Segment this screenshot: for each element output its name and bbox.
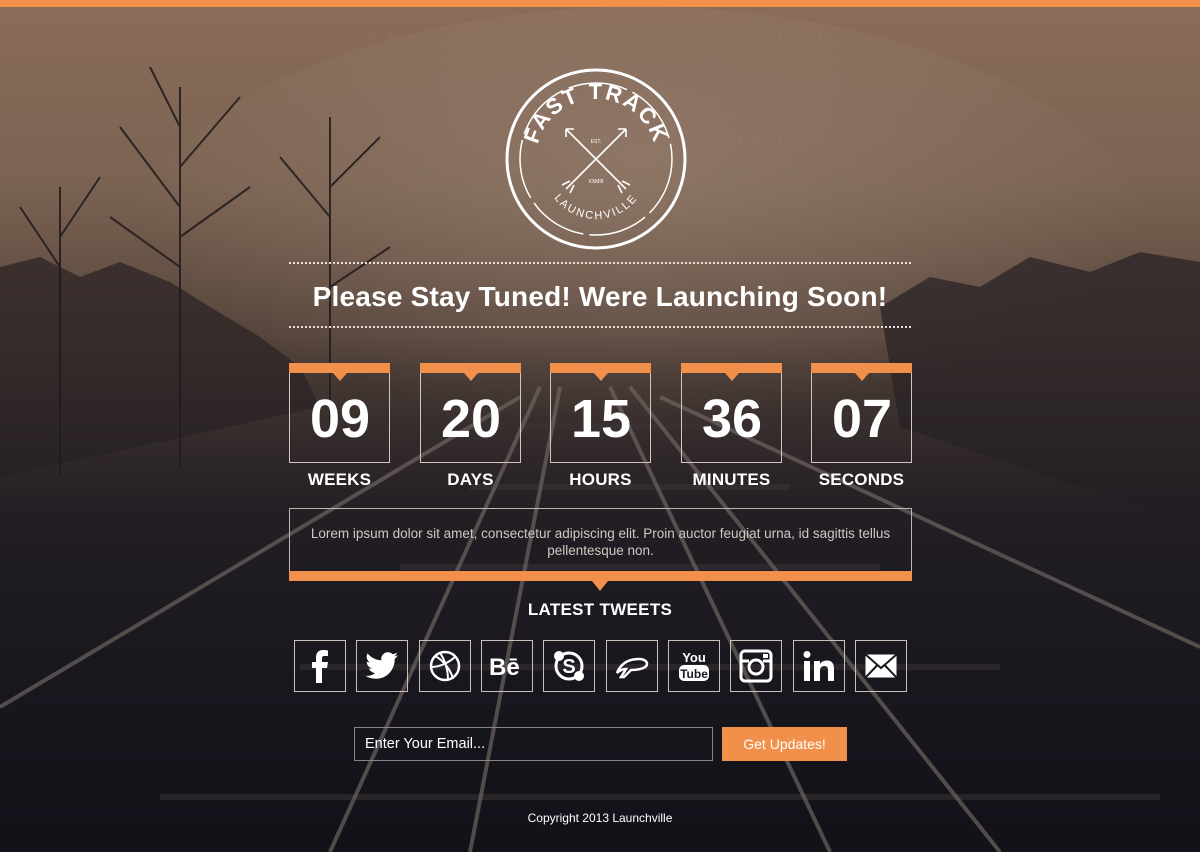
linkedin-icon [803,651,834,681]
svg-text:Bē: Bē [489,654,520,679]
tile-accent-bar [420,363,521,373]
copyright-text: Copyright 2013 Launchville [527,811,673,825]
behance-icon: Bē [489,654,520,679]
twitter-link[interactable] [356,640,408,692]
get-updates-button[interactable]: Get Updates! [722,727,847,761]
tile-accent-bar [681,363,782,373]
tile-notch [464,373,478,381]
countdown-weeks-tile: 09 [289,363,390,463]
dribbble-icon [429,650,461,682]
skype-icon: S [554,651,584,681]
logo-est: EST. [591,139,602,145]
fast-track-logo: FAST TRACK LAUNCHVILLE EST. XXMIII [505,68,687,250]
countdown-seconds-tile: 07 [811,363,912,463]
tile-accent-bar [550,363,651,373]
headline-wrapper: Please Stay Tuned! Were Launching Soon! [289,262,911,328]
countdown-minutes-value: 36 [701,389,763,449]
svg-text:S: S [562,656,575,678]
countdown-days-tile: 20 [420,363,521,463]
tweet-accent-bar [289,571,912,581]
latest-tweets-title: LATEST TWEETS [527,600,673,619]
countdown-hours-value: 15 [570,389,632,449]
svg-text:You: You [682,650,706,665]
tile-accent-bar [811,363,912,373]
svg-text:Tube: Tube [680,667,708,681]
skype-link[interactable]: S [543,640,595,692]
facebook-link[interactable] [294,640,346,692]
email-input[interactable] [354,727,713,761]
countdown-seconds-label: SECONDS [818,470,905,489]
tweet-notch [592,581,608,591]
countdown-days-label: DAYS [447,470,494,489]
countdown-seconds-value: 07 [831,389,893,449]
facebook-icon [312,650,328,683]
dribbble-link[interactable] [419,640,471,692]
countdown-hours-label: HOURS [569,470,632,489]
instagram-link[interactable] [730,640,782,692]
tile-notch [333,373,347,381]
logo-year: XXMIII [588,179,603,185]
tile-notch [725,373,739,381]
instagram-icon [739,649,773,683]
page-headline: Please Stay Tuned! Were Launching Soon! [312,281,888,312]
countdown-minutes-label: MINUTES [692,470,771,489]
tile-notch [855,373,869,381]
deviantart-icon [615,657,649,679]
twitter-icon [365,652,398,679]
countdown-hours-tile: 15 [550,363,651,463]
countdown-days-value: 20 [440,389,502,449]
email-icon [864,653,898,679]
countdown-minutes-tile: 36 [681,363,782,463]
tile-notch [594,373,608,381]
top-accent-bar [0,0,1200,7]
youtube-icon: You Tube [679,650,709,681]
behance-link[interactable]: Bē [481,640,533,692]
tile-accent-bar [289,363,390,373]
tweet-box: Lorem ipsum dolor sit amet, consectetur … [289,508,912,572]
linkedin-link[interactable] [793,640,845,692]
email-link[interactable] [855,640,907,692]
countdown-weeks-label: WEEKS [307,470,372,489]
deviantart-link[interactable] [606,640,658,692]
logo-location: LAUNCHVILLE [552,192,641,222]
countdown-weeks-value: 09 [309,389,371,449]
tweet-text: Lorem ipsum dolor sit amet, consectetur … [310,526,891,558]
youtube-link[interactable]: You Tube [668,640,720,692]
